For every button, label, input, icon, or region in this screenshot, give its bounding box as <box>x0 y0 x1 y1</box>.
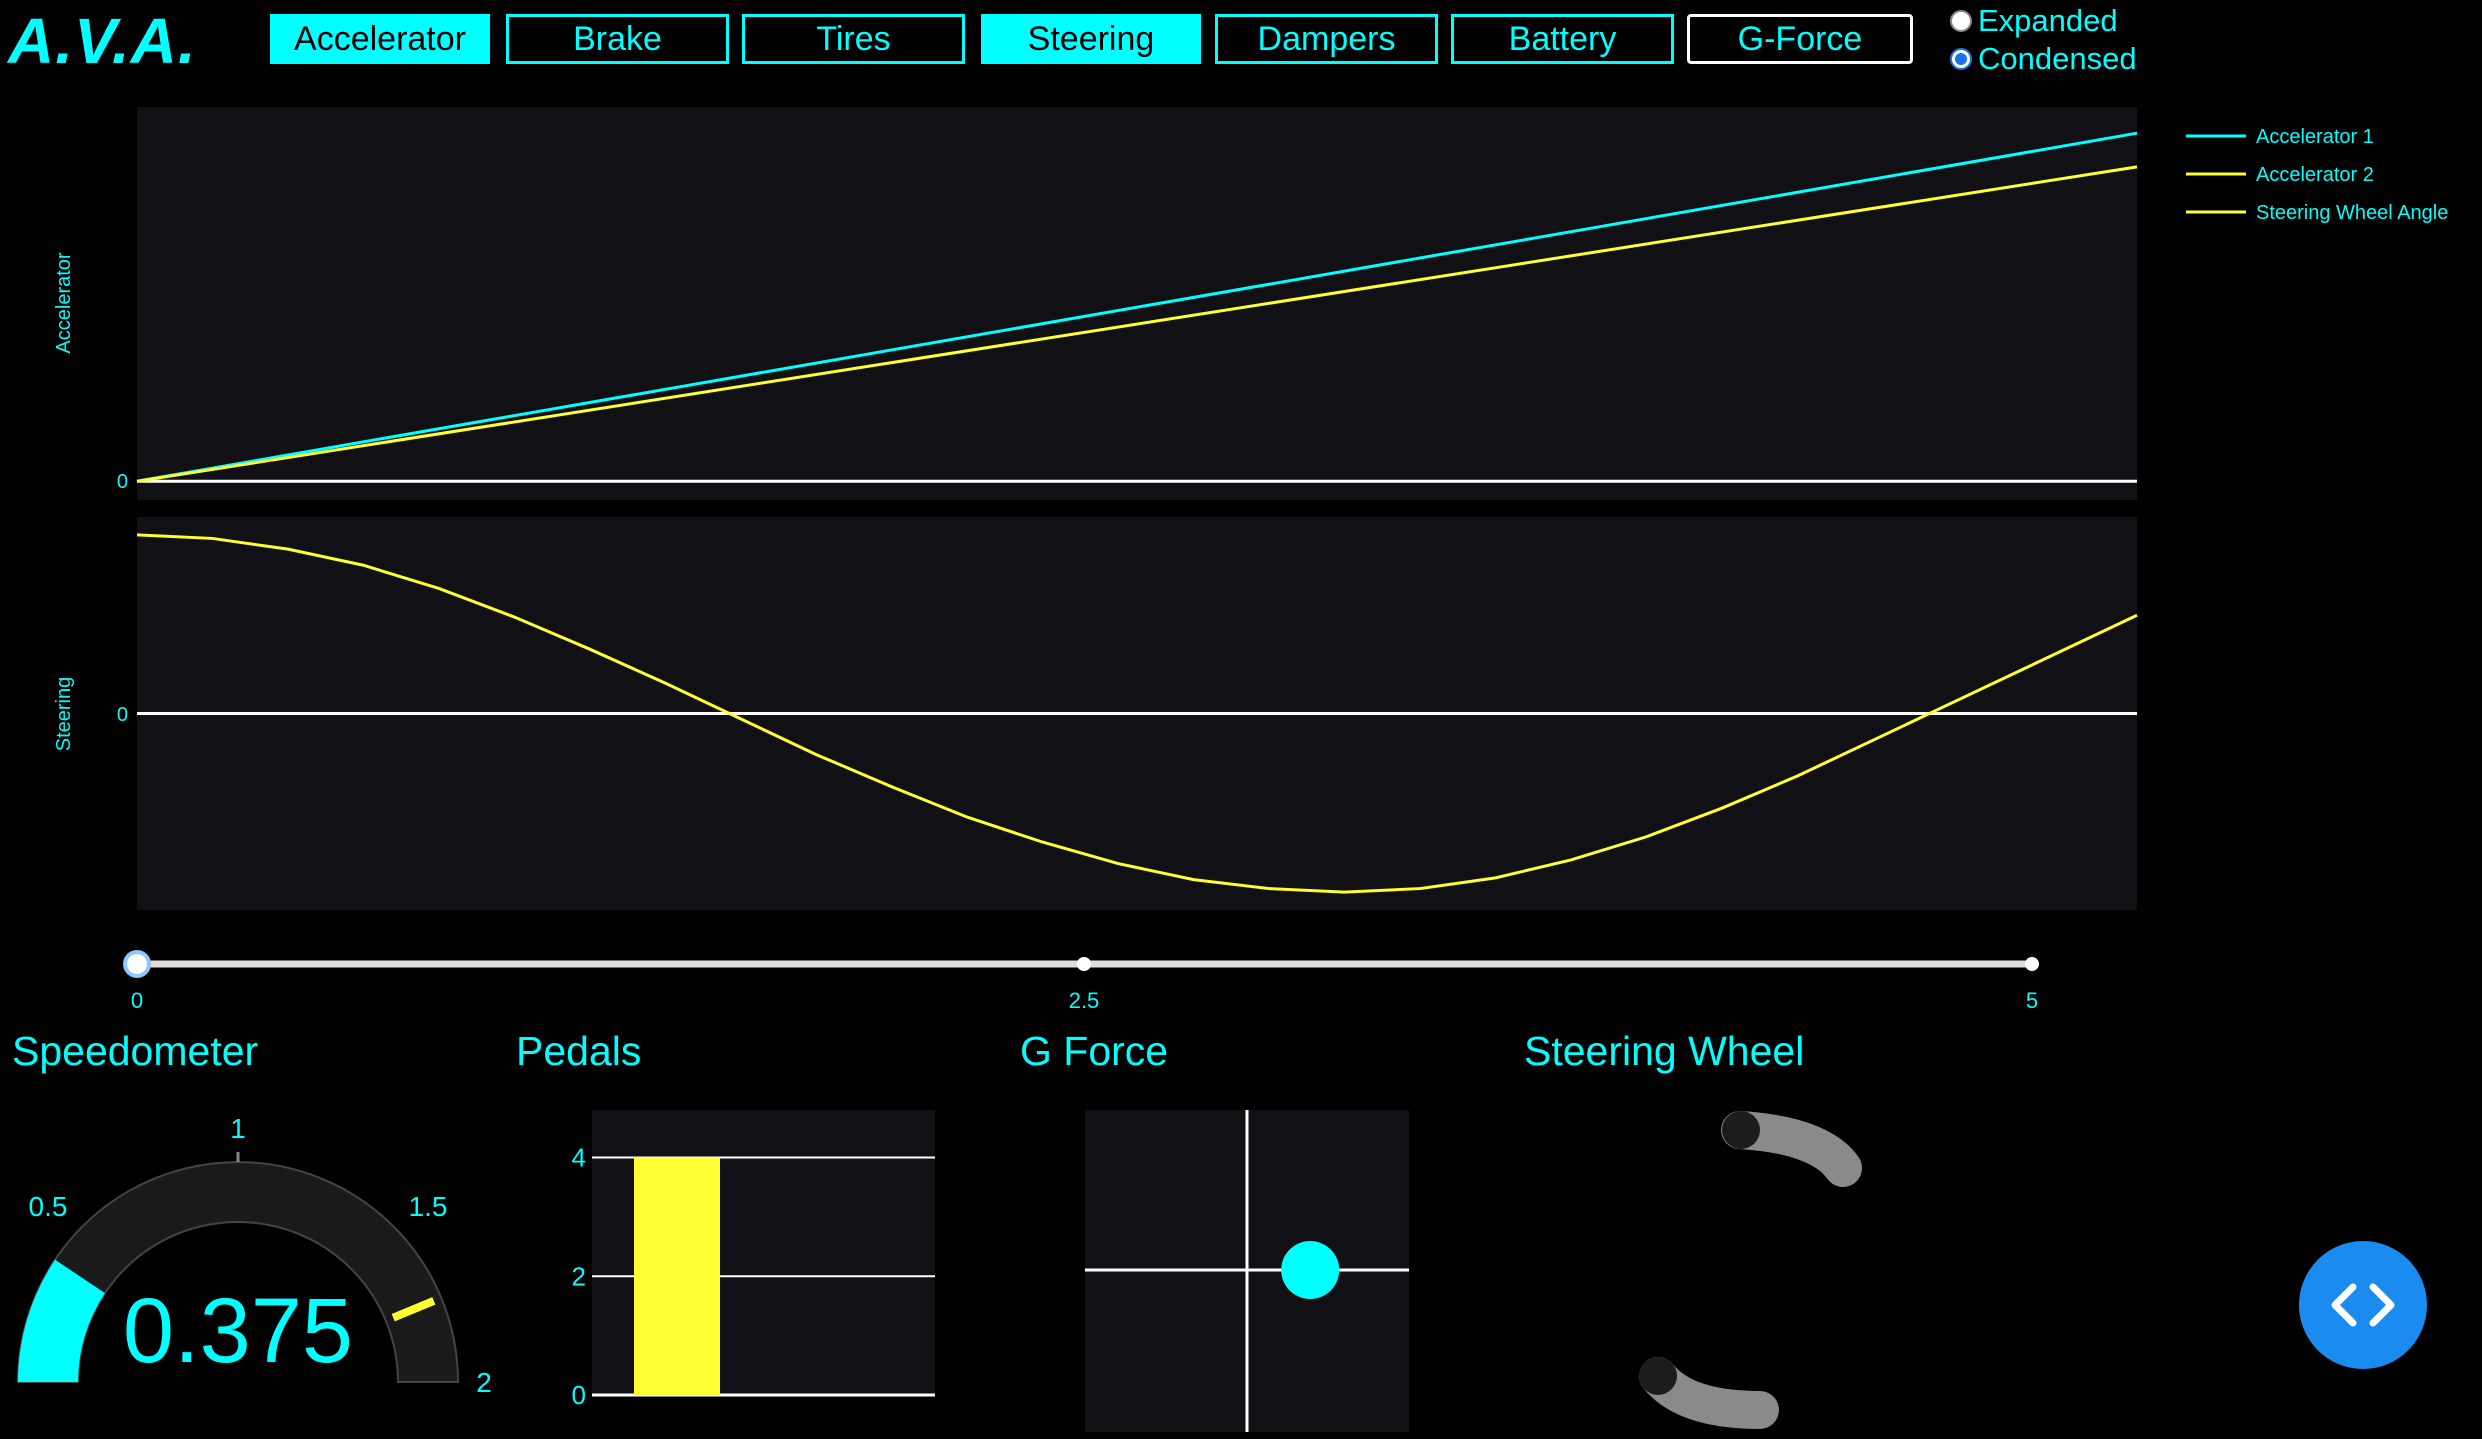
pedals-title: Pedals <box>516 1028 642 1074</box>
time-slider-tick-0: 0 <box>131 988 143 1013</box>
time-slider-tick-5: 5 <box>2026 988 2038 1013</box>
steering-wheel-title: Steering Wheel <box>1524 1028 1805 1074</box>
speedometer-title: Speedometer <box>12 1028 259 1074</box>
time-slider-mark-2-5 <box>1077 957 1091 971</box>
time-slider-handle[interactable] <box>123 950 151 978</box>
code-toggle-button[interactable] <box>2299 1241 2427 1369</box>
code-brackets-icon <box>2331 1283 2395 1327</box>
g-force-title: G Force <box>1020 1028 1169 1074</box>
time-slider[interactable]: 0 2.5 5 <box>0 0 2482 1439</box>
time-slider-tick-2-5: 2.5 <box>1069 988 1100 1013</box>
time-slider-mark-5 <box>2025 957 2039 971</box>
